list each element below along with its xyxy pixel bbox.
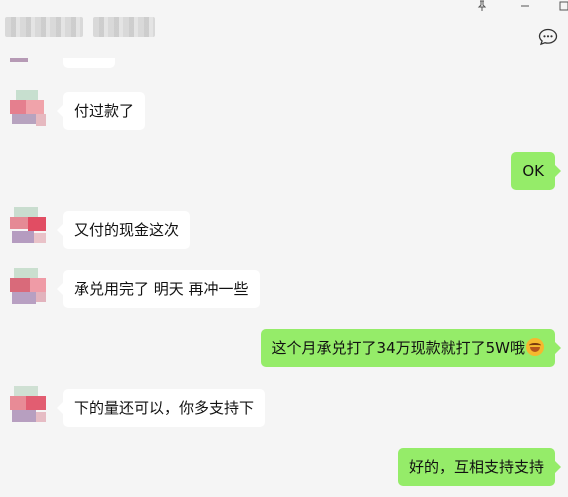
laughing-tears-emoji-icon	[526, 338, 544, 356]
close-icon[interactable]	[556, 0, 568, 12]
minimize-icon[interactable]	[517, 0, 533, 12]
chat-header	[0, 0, 568, 58]
message-list[interactable]: 发出 付过款了 OK 又付的现金这次 承兑用完了 明天 再冲一些 这个月	[0, 0, 568, 497]
message-text: 又付的现金这次	[74, 221, 180, 239]
message-text: 承兑用完了 明天 再冲一些	[74, 280, 249, 298]
message-text: OK	[522, 162, 544, 180]
contact-name	[5, 17, 83, 37]
message-text: 下的量还可以，你多支持下	[74, 399, 255, 417]
message-bubble[interactable]: 又付的现金这次	[57, 211, 191, 249]
message-bubble[interactable]: 这个月承兑打了34万现款就打了5W哦	[260, 329, 561, 367]
avatar[interactable]	[8, 90, 48, 134]
avatar[interactable]	[8, 207, 48, 251]
message-bubble[interactable]: 好的，互相支持支持	[397, 448, 561, 486]
message-text: 这个月承兑打了34万现款就打了5W哦	[271, 339, 525, 357]
message-bubble[interactable]: 付过款了	[57, 92, 146, 130]
message-bubble[interactable]: OK	[511, 152, 561, 190]
pin-icon[interactable]	[474, 0, 490, 12]
message-text: 付过款了	[74, 102, 135, 120]
avatar[interactable]	[8, 268, 48, 312]
message-text: 好的，互相支持支持	[408, 458, 544, 476]
contact-remark	[93, 17, 155, 37]
avatar[interactable]	[8, 386, 48, 430]
message-bubble[interactable]: 下的量还可以，你多支持下	[57, 389, 266, 427]
chat-more-icon[interactable]	[538, 28, 558, 46]
message-bubble[interactable]: 承兑用完了 明天 再冲一些	[57, 270, 260, 308]
